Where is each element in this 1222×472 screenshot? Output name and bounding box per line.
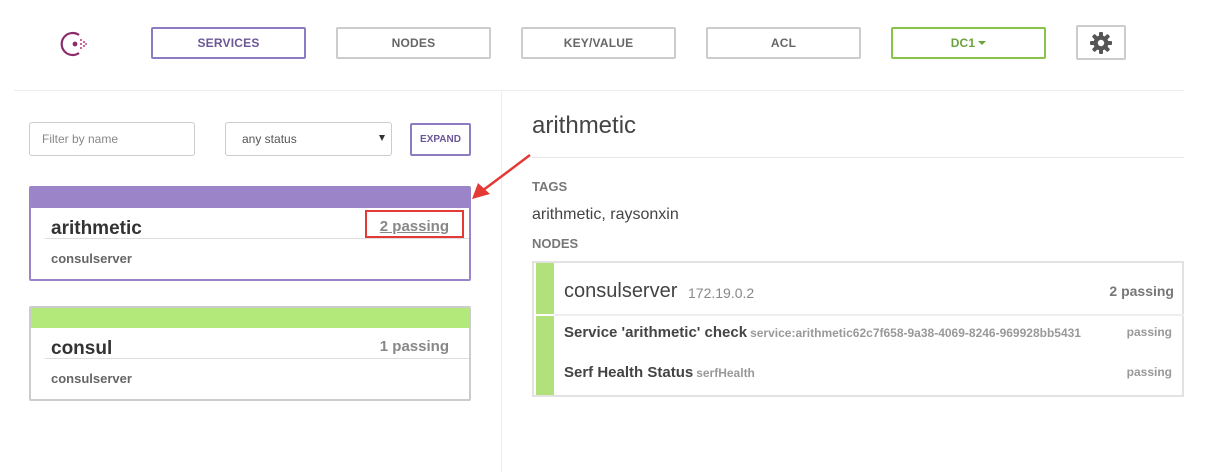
nodes-label: NODES <box>532 236 579 251</box>
nav-services-button[interactable]: SERVICES <box>151 27 306 59</box>
service-status-bar <box>31 188 469 208</box>
node-passing-count: 2 passing <box>1109 283 1174 299</box>
service-name: consul <box>51 338 113 359</box>
column-divider <box>501 91 502 472</box>
settings-button[interactable] <box>1076 25 1126 60</box>
consul-logo-icon[interactable] <box>59 27 91 59</box>
check-status: passing <box>1126 325 1172 339</box>
nav-acl-button[interactable]: ACL <box>706 27 861 59</box>
check-id: serfHealth <box>696 366 755 380</box>
tags-value: arithmetic, raysonxin <box>532 206 679 223</box>
datacenter-dropdown[interactable]: DC1 <box>891 27 1046 59</box>
node-divider <box>554 314 1184 316</box>
service-name: arithmetic <box>51 218 142 239</box>
status-filter-select[interactable]: any status <box>225 122 392 156</box>
check-row: Serf Health Status serfHealth <box>564 364 755 381</box>
expand-button[interactable]: EXPAND <box>410 123 471 156</box>
nav-keyvalue-button[interactable]: KEY/VALUE <box>521 27 676 59</box>
service-node: consulserver <box>51 251 132 266</box>
service-status-bar <box>31 308 469 328</box>
highlight-annotation-box <box>365 210 464 238</box>
check-name: Serf Health Status <box>564 364 694 381</box>
node-panel: consulserver 172.19.0.2 2 passing Servic… <box>532 261 1184 397</box>
gear-icon <box>1090 31 1112 54</box>
check-name: Service 'arithmetic' check <box>564 324 748 341</box>
tags-label: TAGS <box>532 179 568 194</box>
service-node: consulserver <box>51 371 132 386</box>
node-stripe-divider <box>536 314 554 316</box>
service-panel-consul[interactable]: consul 1 passing consulserver <box>29 306 471 401</box>
service-passing-count: 1 passing <box>379 338 449 355</box>
node-ip: 172.19.0.2 <box>688 285 755 301</box>
detail-title: arithmetic <box>532 112 637 139</box>
node-health-stripe <box>536 263 554 395</box>
filter-by-name-input[interactable] <box>29 122 195 156</box>
red-arrow-icon <box>472 154 531 199</box>
select-arrow-icon <box>379 135 385 141</box>
header-divider <box>14 90 1184 91</box>
status-filter-value: any status <box>242 132 297 146</box>
datacenter-label: DC1 <box>950 36 976 50</box>
nav-nodes-button[interactable]: NODES <box>336 27 491 59</box>
check-id: service:arithmetic62c7f658-9a38-4069-824… <box>750 326 1081 340</box>
node-name-link[interactable]: consulserver <box>564 280 677 303</box>
service-divider <box>45 358 469 359</box>
service-divider <box>45 238 469 239</box>
caret-down-icon <box>978 41 987 45</box>
check-status: passing <box>1126 365 1172 379</box>
detail-divider <box>532 157 1184 158</box>
check-row: Service 'arithmetic' check service:arithm… <box>564 324 1081 341</box>
